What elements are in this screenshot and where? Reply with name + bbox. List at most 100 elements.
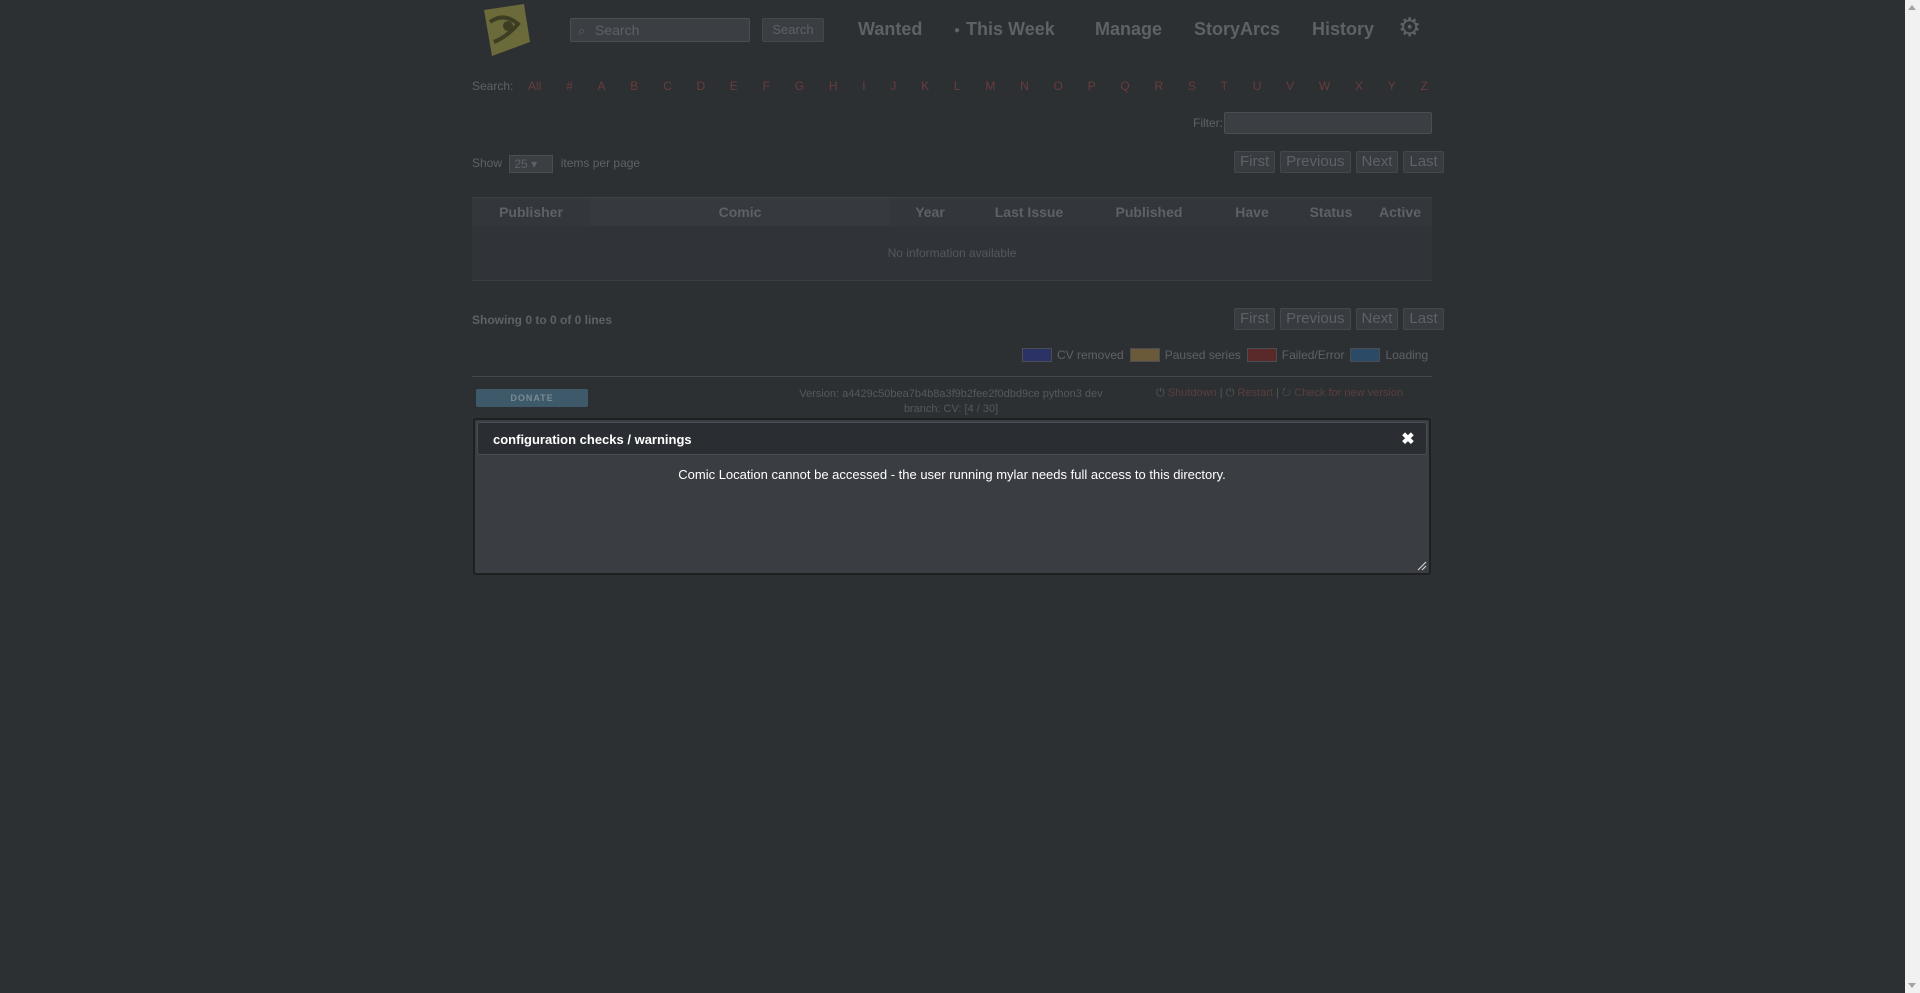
table-body: No information available xyxy=(472,226,1432,281)
alpha-letter[interactable]: W xyxy=(1319,79,1330,93)
column-publisher[interactable]: Publisher xyxy=(472,198,590,226)
column-published[interactable]: Published xyxy=(1088,198,1210,226)
page-length-value: 25 xyxy=(514,157,528,171)
show-label: Show xyxy=(472,156,503,171)
status-legend: CV removed Paused series Failed/Error Lo… xyxy=(1016,348,1428,362)
restart-icon: ⏻ xyxy=(1225,387,1235,399)
alpha-letter[interactable]: B xyxy=(630,79,638,93)
search-button[interactable]: Search xyxy=(762,18,824,42)
table-header: Publisher Comic Year Last Issue Publishe… xyxy=(472,197,1432,226)
pager-top: First Previous Next Last xyxy=(1234,151,1444,173)
alpha-letter[interactable]: # xyxy=(566,79,573,93)
donate-button[interactable]: DONATE xyxy=(476,389,588,407)
alpha-letter[interactable]: S xyxy=(1188,79,1196,93)
alpha-letter[interactable]: U xyxy=(1253,79,1262,93)
legend-label: Loading xyxy=(1385,348,1429,362)
pager-previous-button[interactable]: Previous xyxy=(1280,151,1351,173)
legend-swatch-cv-removed xyxy=(1022,348,1052,362)
legend-label: Failed/Error xyxy=(1281,348,1345,362)
pager-next-button[interactable]: Next xyxy=(1355,308,1399,330)
alpha-letter[interactable]: C xyxy=(663,79,672,93)
column-status[interactable]: Status xyxy=(1294,198,1368,226)
restart-link[interactable]: Restart xyxy=(1237,387,1272,399)
pager-next-button[interactable]: Next xyxy=(1355,151,1399,173)
empty-table-message: No information available xyxy=(887,246,1017,260)
alpha-letter[interactable]: Y xyxy=(1388,79,1396,93)
page-length: Show 25 ▾ items per page xyxy=(472,155,640,173)
alpha-letter[interactable]: E xyxy=(730,79,738,93)
vertical-scrollbar[interactable] xyxy=(1905,0,1920,993)
page-length-select[interactable]: 25 ▾ xyxy=(509,155,554,173)
close-icon[interactable]: ✖ xyxy=(1400,432,1416,448)
alpha-letter[interactable]: T xyxy=(1221,79,1228,93)
column-have[interactable]: Have xyxy=(1210,198,1294,226)
alpha-letter[interactable]: H xyxy=(829,79,838,93)
header: Search ⌕ Search Wanted ● This Week Manage… xyxy=(472,0,1432,60)
alpha-letter[interactable]: Z xyxy=(1421,79,1428,93)
nav-this-week-label: This Week xyxy=(966,19,1055,39)
alpha-letter[interactable]: A xyxy=(598,79,606,93)
search-input[interactable]: Search xyxy=(570,18,750,42)
legend-swatch-loading xyxy=(1350,348,1381,362)
scroll-up-icon[interactable] xyxy=(1908,5,1916,10)
alpha-letter[interactable]: F xyxy=(763,79,770,93)
update-icon: ↻ xyxy=(1281,387,1292,399)
mylar-logo[interactable] xyxy=(478,2,532,58)
pager-last-button[interactable]: Last xyxy=(1403,151,1444,173)
pager-bottom: First Previous Next Last xyxy=(1234,308,1444,330)
alpha-letter[interactable]: D xyxy=(696,79,705,93)
alpha-letter[interactable]: All xyxy=(528,79,541,93)
version-info: Version: a4429c50bea7b4b8a3f9b2fee2f0dbd… xyxy=(796,387,1106,417)
alpha-letter[interactable]: O xyxy=(1054,79,1063,93)
scroll-down-icon[interactable] xyxy=(1908,983,1916,988)
alpha-letter[interactable]: I xyxy=(862,79,865,93)
pager-first-button[interactable]: First xyxy=(1234,151,1276,173)
shutdown-icon: ⏻ xyxy=(1156,387,1165,399)
nav-storyarcs[interactable]: StoryArcs xyxy=(1194,19,1280,40)
column-last-issue[interactable]: Last Issue xyxy=(970,198,1088,226)
check-version-link[interactable]: Check for new version xyxy=(1294,387,1403,399)
alpha-letter[interactable]: G xyxy=(795,79,804,93)
footer-divider xyxy=(472,376,1432,377)
gear-icon[interactable]: ⚙ xyxy=(1398,12,1421,43)
alpha-letter[interactable]: M xyxy=(985,79,995,93)
filter-input[interactable] xyxy=(1224,112,1432,134)
alpha-letter[interactable]: L xyxy=(954,79,961,93)
alpha-letter[interactable]: K xyxy=(921,79,929,93)
alpha-letter[interactable]: R xyxy=(1154,79,1163,93)
items-per-page-label: items per page xyxy=(560,156,641,171)
nav-this-week[interactable]: ● This Week xyxy=(954,19,1055,40)
resize-handle-icon[interactable] xyxy=(1415,559,1427,571)
alphabet-letters: All # A B C D E F G H I J K L M N O P Q … xyxy=(528,79,1428,93)
pager-previous-button[interactable]: Previous xyxy=(1280,308,1351,330)
footer-links: ⏻ Shutdown | ⏻ Restart | ↻ Check for new… xyxy=(1156,387,1403,400)
legend-swatch-paused xyxy=(1129,348,1160,362)
legend-label: CV removed xyxy=(1057,348,1124,362)
alpha-letter[interactable]: P xyxy=(1088,79,1096,93)
column-active[interactable]: Active xyxy=(1368,198,1432,226)
dialog-titlebar[interactable]: configuration checks / warnings ✖ xyxy=(477,422,1427,455)
dialog-message: Comic Location cannot be accessed - the … xyxy=(678,467,1226,482)
branch-line: branch: CV: [4 / 30] xyxy=(903,403,999,415)
legend-label: Paused series xyxy=(1164,348,1241,362)
nav-history[interactable]: History xyxy=(1312,19,1374,40)
this-week-dot-icon: ● xyxy=(954,24,961,36)
alpha-letter[interactable]: J xyxy=(890,79,896,93)
pager-first-button[interactable]: First xyxy=(1234,308,1276,330)
table-info: Showing 0 to 0 of 0 lines xyxy=(472,313,613,327)
column-comic[interactable]: Comic xyxy=(590,198,890,226)
alpha-letter[interactable]: V xyxy=(1286,79,1294,93)
alpha-letter[interactable]: Q xyxy=(1120,79,1129,93)
legend-swatch-failed xyxy=(1246,348,1277,362)
pager-last-button[interactable]: Last xyxy=(1403,308,1444,330)
alphabet-label: Search: xyxy=(472,79,514,93)
alphabet-bar: Search: All # A B C D E F G H I J K L M … xyxy=(472,79,1432,95)
shutdown-link[interactable]: Shutdown xyxy=(1168,387,1217,399)
alpha-letter[interactable]: X xyxy=(1355,79,1363,93)
nav-wanted[interactable]: Wanted xyxy=(858,19,922,40)
alpha-letter[interactable]: N xyxy=(1020,79,1029,93)
column-year[interactable]: Year xyxy=(890,198,970,226)
nav-manage[interactable]: Manage xyxy=(1095,19,1162,40)
version-line: Version: a4429c50bea7b4b8a3f9b2fee2f0dbd… xyxy=(799,388,1103,400)
config-warning-dialog: configuration checks / warnings ✖ Comic … xyxy=(473,418,1431,575)
